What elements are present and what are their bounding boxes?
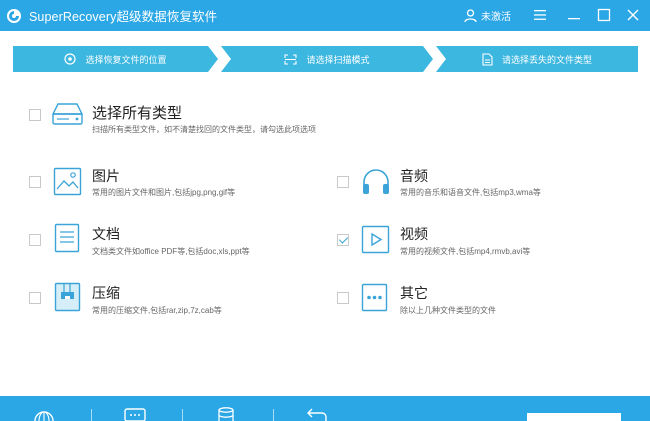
option-title: 图片 xyxy=(92,168,120,184)
checkbox-video[interactable] xyxy=(337,234,349,246)
checkbox-documents[interactable] xyxy=(29,234,41,246)
step-location[interactable]: 选择恢复文件的位置 xyxy=(13,46,218,72)
video-icon xyxy=(361,225,390,254)
option-description: 常用的音乐和语音文件,包括mp3,wma等 xyxy=(400,188,541,197)
user-icon xyxy=(464,8,477,22)
image-icon xyxy=(53,167,82,196)
option-title: 视频 xyxy=(400,226,428,242)
toolbar-divider xyxy=(182,409,183,421)
more-icon xyxy=(361,283,388,312)
option-description: 扫描所有类型文件，如不清楚找回的文件类型，请勾选此项选项 xyxy=(92,125,316,134)
scan-icon xyxy=(284,53,298,65)
toolbar-divider xyxy=(273,409,274,421)
option-title: 文档 xyxy=(92,226,120,242)
app-title: SuperRecovery超级数据恢复软件 xyxy=(29,10,218,24)
title-bar: SuperRecovery超级数据恢复软件 未激活 xyxy=(0,0,650,31)
step-label: 请选择扫描模式 xyxy=(306,54,370,65)
menu-icon[interactable] xyxy=(532,7,548,23)
toolbar-divider xyxy=(91,409,92,421)
user-status: 未激活 xyxy=(481,12,511,23)
option-title: 压缩 xyxy=(92,285,120,301)
option-title: 选择所有类型 xyxy=(92,105,183,122)
back-icon[interactable] xyxy=(306,407,328,421)
step-label: 请选择丢失的文件类型 xyxy=(501,54,592,65)
option-description: 除以上几种文件类型的文件 xyxy=(400,306,496,315)
step-label: 选择恢复文件的位置 xyxy=(85,54,167,65)
close-icon[interactable] xyxy=(625,7,641,23)
checkbox-archive[interactable] xyxy=(29,292,41,304)
option-description: 常用的图片文件和图片,包括jpg,png,gif等 xyxy=(92,188,236,197)
maximize-icon[interactable] xyxy=(596,7,612,23)
archive-icon xyxy=(54,282,81,312)
file-icon xyxy=(482,52,493,66)
checkbox-audio[interactable] xyxy=(337,176,349,188)
user-account-button[interactable]: 未激活 xyxy=(464,8,511,23)
option-title: 音频 xyxy=(400,168,428,184)
headphones-icon xyxy=(363,169,389,194)
step-scan-mode[interactable]: 请选择扫描模式 xyxy=(221,46,433,72)
drive-icon xyxy=(51,103,84,125)
checkbox-images[interactable] xyxy=(29,176,41,188)
checkbox-other[interactable] xyxy=(337,292,349,304)
database-icon[interactable] xyxy=(217,407,235,421)
step-file-type[interactable]: 请选择丢失的文件类型 xyxy=(436,46,638,72)
chat-icon[interactable] xyxy=(124,407,146,421)
globe-icon[interactable] xyxy=(33,407,55,421)
option-description: 文档类文件如office PDF等,包括doc,xls,ppt等 xyxy=(92,247,250,256)
option-description: 常用的视频文件,包括mp4,rmvb,avi等 xyxy=(400,247,531,256)
app-logo-icon xyxy=(7,8,21,23)
document-icon xyxy=(54,223,80,253)
step-progress-bar: 选择恢复文件的位置 请选择扫描模式 请选择丢失的文件类型 xyxy=(13,46,638,72)
minimize-icon[interactable] xyxy=(566,7,582,23)
checkbox-all-types[interactable] xyxy=(29,109,41,121)
location-icon xyxy=(64,53,77,65)
option-title: 其它 xyxy=(400,285,428,301)
option-description: 常用的压缩文件,包括rar,zip,7z,cab等 xyxy=(92,306,222,315)
next-button[interactable] xyxy=(527,413,621,421)
